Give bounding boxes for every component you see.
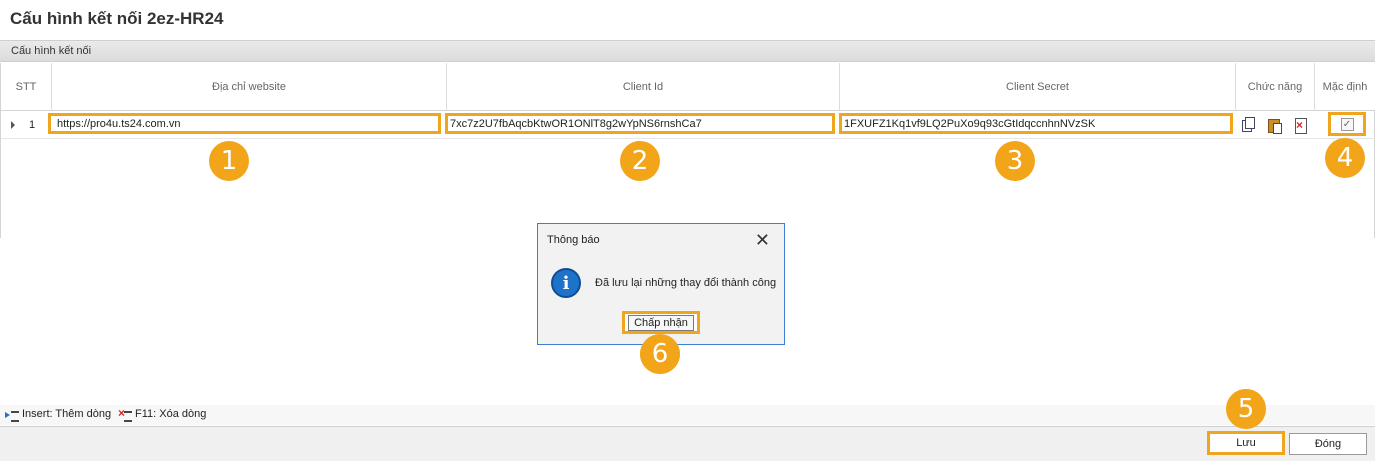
insert-hint: Insert: Thêm dòng [5, 408, 112, 422]
delete-hint-text: F11: Xóa dòng [135, 408, 207, 420]
shortcut-hints: Insert: Thêm dòng F11: Xóa dòng [0, 405, 1375, 425]
col-header-functions[interactable]: Chức năng [1236, 63, 1315, 111]
website-field[interactable]: https://pro4u.ts24.com.vn [48, 113, 441, 134]
default-checkbox[interactable]: ✓ [1340, 117, 1354, 131]
row-actions [1241, 117, 1308, 134]
row-stt: 1 [29, 119, 36, 131]
close-icon[interactable]: ✕ [755, 230, 770, 251]
col-header-website[interactable]: Địa chỉ website [52, 63, 447, 111]
copy-icon[interactable] [1241, 117, 1256, 133]
insert-row-icon [5, 410, 19, 422]
delete-icon[interactable] [1293, 117, 1308, 134]
delete-row-icon [118, 406, 132, 422]
callout-badge: 4 [1325, 138, 1365, 178]
save-button[interactable]: Lưu [1207, 431, 1285, 455]
col-header-default[interactable]: Mặc định [1315, 63, 1375, 111]
dialog-message: Đã lưu lại những thay đổi thành công [595, 277, 777, 289]
col-header-client-id[interactable]: Client Id [447, 63, 840, 111]
client-id-field[interactable]: 7xc7z2U7fbAqcbKtwOR1ONlT8g2wYpNS6rnshCa7 [445, 113, 835, 134]
grid-header: STT Địa chỉ website Client Id Client Sec… [1, 63, 1375, 111]
default-checkbox-cell[interactable]: ✓ [1328, 112, 1366, 136]
col-header-client-secret[interactable]: Client Secret [840, 63, 1236, 111]
row-indicator-icon [11, 121, 15, 129]
notification-dialog: Thông báo ✕ i Đã lưu lại những thay đổi … [537, 223, 785, 345]
paste-icon[interactable] [1267, 117, 1282, 134]
col-header-stt[interactable]: STT [1, 63, 52, 111]
info-icon: i [551, 268, 581, 298]
close-button[interactable]: Đóng [1289, 433, 1367, 455]
accept-button[interactable]: Chấp nhận [622, 311, 700, 334]
accept-button-label: Chấp nhận [628, 314, 694, 331]
callout-badge: 5 [1226, 389, 1266, 429]
window-title: Cấu hình kết nối 2ez-HR24 [10, 9, 224, 28]
connection-grid: STT Địa chỉ website Client Id Client Sec… [0, 63, 1375, 238]
insert-hint-text: Insert: Thêm dòng [22, 408, 112, 420]
callout-badge: 1 [209, 141, 249, 181]
section-label: Cấu hình kết nối [11, 45, 92, 57]
section-header: Cấu hình kết nối [0, 40, 1375, 62]
callout-badge: 2 [620, 141, 660, 181]
client-secret-field[interactable]: 1FXUFZ1Kq1vf9LQ2PuXo9q93cGtIdqccnhnNVzSK [839, 113, 1233, 134]
callout-badge: 6 [640, 334, 680, 374]
dialog-title: Thông báo [547, 234, 600, 246]
callout-badge: 3 [995, 141, 1035, 181]
delete-hint: F11: Xóa dòng [118, 406, 207, 422]
footer-bar: Lưu Đóng [0, 426, 1375, 461]
